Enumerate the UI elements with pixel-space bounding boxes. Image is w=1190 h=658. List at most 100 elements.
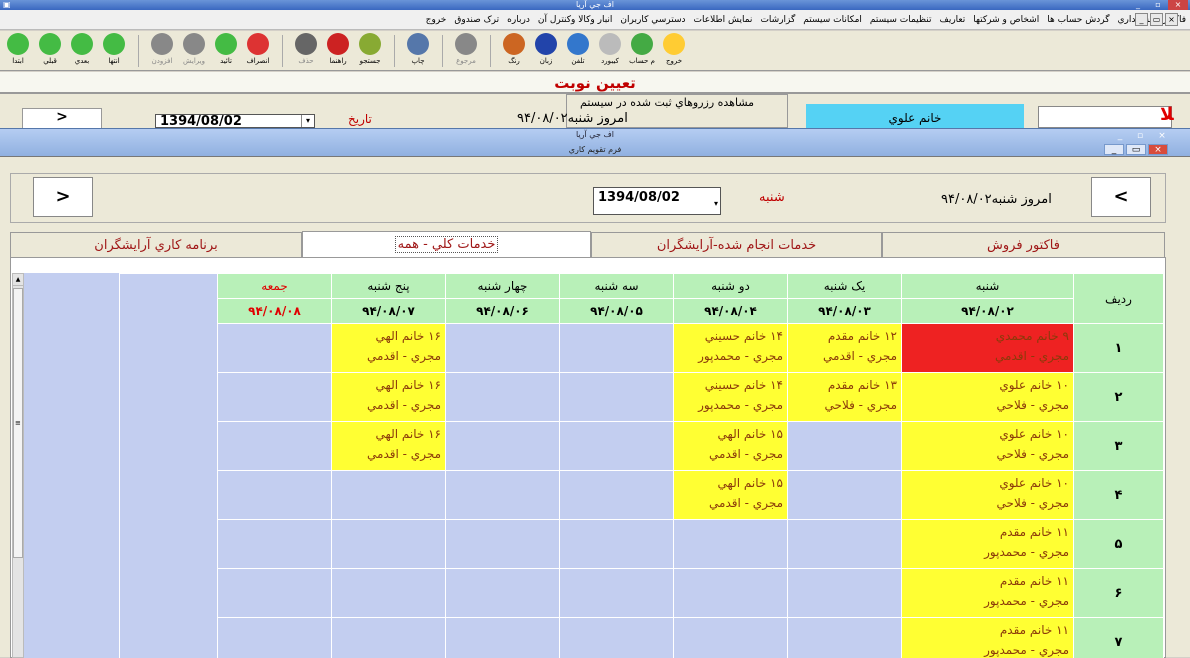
form-close-icon[interactable]: × <box>1148 144 1168 155</box>
empty-slot[interactable] <box>446 471 560 520</box>
cancel-button[interactable]: انصراف <box>242 33 274 69</box>
chevron-down-icon[interactable]: ▾ <box>714 199 718 208</box>
appointment-cell[interactable]: ۱۴ خانم حسينيمجري - محمدپور <box>674 324 788 373</box>
empty-slot[interactable] <box>332 471 446 520</box>
tab-all-services[interactable]: خدمات کلي - همه <box>302 231 591 259</box>
empty-slot[interactable] <box>560 373 674 422</box>
system-menu-icon[interactable]: ▣ <box>3 0 11 10</box>
empty-slot[interactable] <box>788 569 902 618</box>
vertical-scrollbar[interactable]: ▲ ≡ <box>12 273 24 658</box>
menu-item-5[interactable]: تنظيمات سيستم <box>866 15 936 25</box>
maximize-icon[interactable]: ▫ <box>1148 0 1168 10</box>
empty-slot[interactable] <box>446 422 560 471</box>
empty-slot[interactable] <box>218 520 332 569</box>
empty-slot[interactable] <box>560 569 674 618</box>
appointment-cell[interactable]: ۱۵ خانم الهيمجري - اقدمي <box>674 471 788 520</box>
exit-button[interactable]: خروج <box>658 33 690 69</box>
form-maximize-icon[interactable]: ▭ <box>1126 144 1146 155</box>
menu-item-2[interactable]: گردش حساب ها <box>1043 15 1113 25</box>
empty-slot[interactable] <box>560 422 674 471</box>
empty-slot[interactable] <box>674 520 788 569</box>
empty-slot[interactable] <box>332 520 446 569</box>
star-button[interactable]: افزودن <box>146 33 178 69</box>
menu-item-9[interactable]: دسترسي کاربران <box>616 15 689 25</box>
empty-slot[interactable] <box>218 471 332 520</box>
delete-button[interactable]: حذف <box>290 33 322 69</box>
mdi-minimize-icon[interactable]: _ <box>1135 13 1148 26</box>
menu-item-8[interactable]: نمايش اطلاعات <box>690 15 757 25</box>
print-button[interactable]: چاپ <box>402 33 434 69</box>
appointment-cell[interactable]: ۱۱ خانم مقدممجري - محمدپور <box>902 618 1074 658</box>
empty-slot[interactable] <box>446 373 560 422</box>
calculator-button[interactable]: م حساب <box>626 33 658 69</box>
paint-button[interactable]: رنگ <box>498 33 530 69</box>
appointment-cell[interactable]: ۱۰ خانم علويمجري - فلاحي <box>902 373 1074 422</box>
menu-item-11[interactable]: درباره <box>503 15 534 25</box>
menu-item-12[interactable]: ترک صندوق <box>450 15 503 25</box>
child-close-icon[interactable]: × <box>1152 131 1172 142</box>
mdi-close-icon[interactable]: × <box>1165 13 1178 26</box>
empty-slot[interactable] <box>560 618 674 658</box>
next-day-button[interactable]: > <box>22 108 102 130</box>
empty-slot[interactable] <box>218 324 332 373</box>
minimize-icon[interactable]: _ <box>1128 0 1148 10</box>
empty-slot[interactable] <box>218 569 332 618</box>
check-button[interactable]: تائيد <box>210 33 242 69</box>
appointment-cell[interactable]: ۱۵ خانم الهيمجري - اقدمي <box>674 422 788 471</box>
empty-slot[interactable] <box>674 618 788 658</box>
empty-slot[interactable] <box>218 422 332 471</box>
appointment-cell[interactable]: ۱۲ خانم مقدممجري - اقدمي <box>788 324 902 373</box>
appointment-cell[interactable]: ۱۶ خانم الهيمجري - اقدمي <box>332 373 446 422</box>
background-date-field[interactable]: 1394/08/02 ▾ <box>155 114 315 128</box>
empty-slot[interactable] <box>788 520 902 569</box>
search-button[interactable]: جستجو <box>354 33 386 69</box>
scroll-thumb[interactable]: ≡ <box>13 288 23 558</box>
help-button[interactable]: راهنما <box>322 33 354 69</box>
child-minimize-icon[interactable]: _ <box>1110 131 1130 142</box>
appointment-cell[interactable]: ۹ خانم محمديمجري - اقدمي <box>902 324 1074 373</box>
empty-slot[interactable] <box>446 324 560 373</box>
empty-slot[interactable] <box>446 569 560 618</box>
phone-button[interactable]: تلفن <box>562 33 594 69</box>
chevron-down-icon[interactable]: ▾ <box>301 115 314 127</box>
edit-button[interactable]: ويرايش <box>178 33 210 69</box>
return-button[interactable]: مرجوع <box>450 33 482 69</box>
form-minimize-icon[interactable]: _ <box>1104 144 1124 155</box>
last-button[interactable]: انتها <box>98 33 130 69</box>
appointment-cell[interactable]: ۱۶ خانم الهيمجري - اقدمي <box>332 422 446 471</box>
empty-slot[interactable] <box>218 373 332 422</box>
next-button[interactable]: بعدي <box>66 33 98 69</box>
appointment-cell[interactable]: ۱۰ خانم علويمجري - فلاحي <box>902 471 1074 520</box>
tab-stylist-services[interactable]: خدمات انجام شده-آرايشگران <box>591 232 882 258</box>
close-icon[interactable]: × <box>1168 0 1188 10</box>
menu-item-3[interactable]: اشخاص و شرکتها <box>969 15 1043 25</box>
keyboard-button[interactable]: کيبورد <box>594 33 626 69</box>
prev-day-button-background[interactable] <box>1038 106 1172 128</box>
empty-slot[interactable] <box>446 520 560 569</box>
menu-item-6[interactable]: امکانات سيستم <box>799 15 866 25</box>
empty-slot[interactable] <box>332 569 446 618</box>
empty-slot[interactable] <box>560 471 674 520</box>
tab-stylist-schedule[interactable]: برنامه کاري آرايشگران <box>10 232 302 258</box>
empty-slot[interactable] <box>674 569 788 618</box>
empty-slot[interactable] <box>446 618 560 658</box>
mdi-restore-icon[interactable]: ▭ <box>1150 13 1163 26</box>
empty-slot[interactable] <box>218 618 332 658</box>
empty-slot[interactable] <box>788 471 902 520</box>
empty-slot[interactable] <box>788 618 902 658</box>
empty-slot[interactable] <box>560 324 674 373</box>
first-button[interactable]: ابتدا <box>2 33 34 69</box>
appointment-cell[interactable]: ۱۰ خانم علويمجري - فلاحي <box>902 422 1074 471</box>
empty-slot[interactable] <box>560 520 674 569</box>
child-maximize-icon[interactable]: ▫ <box>1130 131 1150 142</box>
appointment-cell[interactable]: ۱۶ خانم الهيمجري - اقدمي <box>332 324 446 373</box>
prev-week-button[interactable]: < <box>1091 177 1151 217</box>
prev-button[interactable]: قبلي <box>34 33 66 69</box>
menu-item-7[interactable]: گزارشات <box>756 15 799 25</box>
language-button[interactable]: زبان <box>530 33 562 69</box>
scroll-up-icon[interactable]: ▲ <box>13 274 23 286</box>
empty-slot[interactable] <box>332 618 446 658</box>
menu-item-10[interactable]: انبار وکالا وکنترل آن <box>534 15 617 25</box>
appointment-cell[interactable]: ۱۴ خانم حسينيمجري - محمدپور <box>674 373 788 422</box>
empty-slot[interactable] <box>788 422 902 471</box>
